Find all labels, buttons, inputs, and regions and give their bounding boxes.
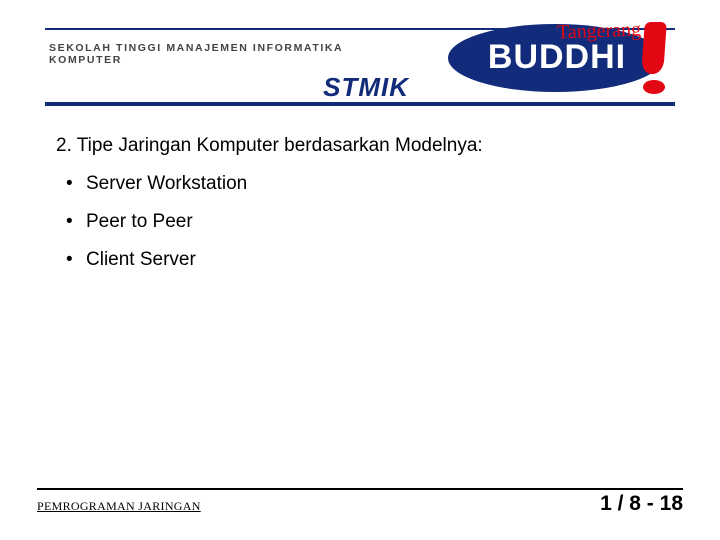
header-bottom-rule [45, 102, 675, 106]
acronym-row: STMIK [49, 72, 415, 103]
exclamation-icon [635, 22, 673, 94]
header-text: SEKOLAH TINGGI MANAJEMEN INFORMATIKA KOM… [49, 42, 415, 103]
page-number: 1 / 8 - 18 [600, 492, 683, 516]
list-item: Server Workstation [62, 173, 664, 195]
footer-rule [37, 488, 683, 490]
logo-brand: BUDDHI [462, 38, 652, 77]
section-heading: 2. Tipe Jaringan Komputer berdasarkan Mo… [56, 135, 664, 157]
content: 2. Tipe Jaringan Komputer berdasarkan Mo… [56, 135, 664, 287]
institution-line: SEKOLAH TINGGI MANAJEMEN INFORMATIKA KOM… [49, 42, 415, 66]
bullet-list: Server Workstation Peer to Peer Client S… [62, 173, 664, 271]
list-item: Client Server [62, 249, 664, 271]
logo: Tangerang BUDDHI [440, 16, 675, 100]
header: SEKOLAH TINGGI MANAJEMEN INFORMATIKA KOM… [45, 28, 675, 106]
slide: SEKOLAH TINGGI MANAJEMEN INFORMATIKA KOM… [0, 0, 720, 540]
acronym: STMIK [323, 72, 409, 102]
footer: PEMROGRAMAN JARINGAN 1 / 8 - 18 [37, 488, 683, 516]
list-item: Peer to Peer [62, 211, 664, 233]
course-title: PEMROGRAMAN JARINGAN [37, 499, 201, 514]
